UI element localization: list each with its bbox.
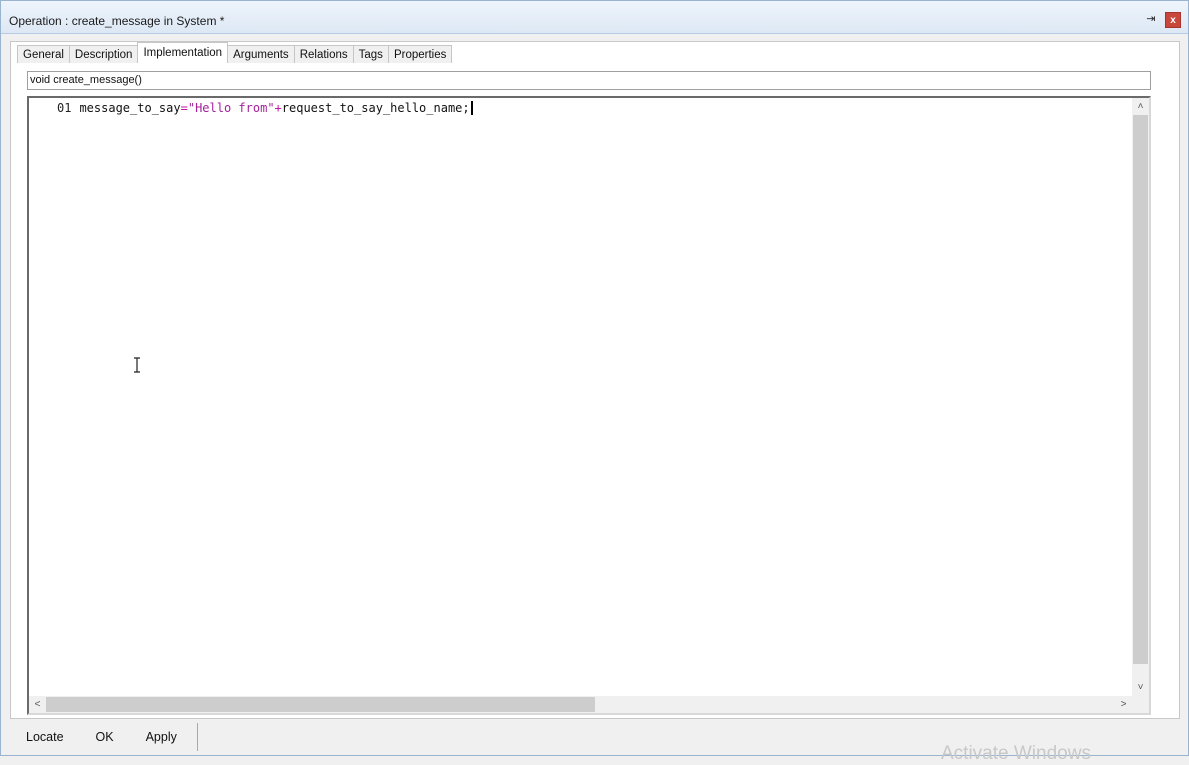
code-assign-operator: = <box>180 101 188 115</box>
code-line: 01 message_to_say="Hello from"+request_to… <box>57 101 473 115</box>
tab-general[interactable]: General <box>17 45 70 63</box>
tab-relations[interactable]: Relations <box>293 45 354 63</box>
scroll-down-icon[interactable]: ˅ <box>1132 679 1149 696</box>
tab-implementation[interactable]: Implementation <box>137 42 229 63</box>
apply-button[interactable]: Apply <box>130 723 197 751</box>
tab-description[interactable]: Description <box>68 45 139 63</box>
operation-dialog: Operation : create_message in System * ⇥… <box>0 0 1189 764</box>
window-title: Operation : create_message in System * <box>9 14 225 28</box>
signature-field[interactable]: void create_message() <box>27 71 1151 90</box>
tab-tags[interactable]: Tags <box>352 45 389 63</box>
text-caret <box>470 101 473 115</box>
scroll-up-icon[interactable]: ˄ <box>1132 98 1149 115</box>
scroll-right-icon[interactable]: > <box>1115 696 1132 713</box>
close-button[interactable]: x <box>1165 12 1181 28</box>
vertical-scroll-thumb[interactable] <box>1133 115 1148 664</box>
code-plus-operator: + <box>274 101 282 115</box>
horizontal-scrollbar[interactable]: < > <box>29 696 1132 713</box>
ibeam-cursor-icon <box>134 357 140 373</box>
vertical-scrollbar[interactable]: ˄ ˅ <box>1132 98 1149 696</box>
code-identifier: message_to_say <box>79 101 181 115</box>
pin-icon[interactable]: ⇥ <box>1144 12 1158 26</box>
scroll-corner <box>1132 696 1149 713</box>
locate-button[interactable]: Locate <box>10 723 80 751</box>
tab-bar: General Description Implementation Argum… <box>17 42 453 63</box>
activate-windows-watermark: Activate Windows <box>941 743 1091 764</box>
tab-arguments[interactable]: Arguments <box>227 45 295 63</box>
tab-properties[interactable]: Properties <box>387 45 453 63</box>
code-string-literal: "Hello from" <box>187 101 275 115</box>
title-bar[interactable]: Operation : create_message in System * ⇥… <box>1 1 1188 34</box>
code-rest: request_to_say_hello_name; <box>281 101 470 115</box>
line-number: 01 <box>57 101 72 115</box>
horizontal-scroll-thumb[interactable] <box>46 697 595 712</box>
button-bar: Locate OK Apply <box>10 723 198 751</box>
code-editor[interactable]: 01 message_to_say="Hello from"+request_to… <box>27 96 1151 715</box>
scroll-left-icon[interactable]: < <box>29 696 46 713</box>
ok-button[interactable]: OK <box>80 723 130 751</box>
